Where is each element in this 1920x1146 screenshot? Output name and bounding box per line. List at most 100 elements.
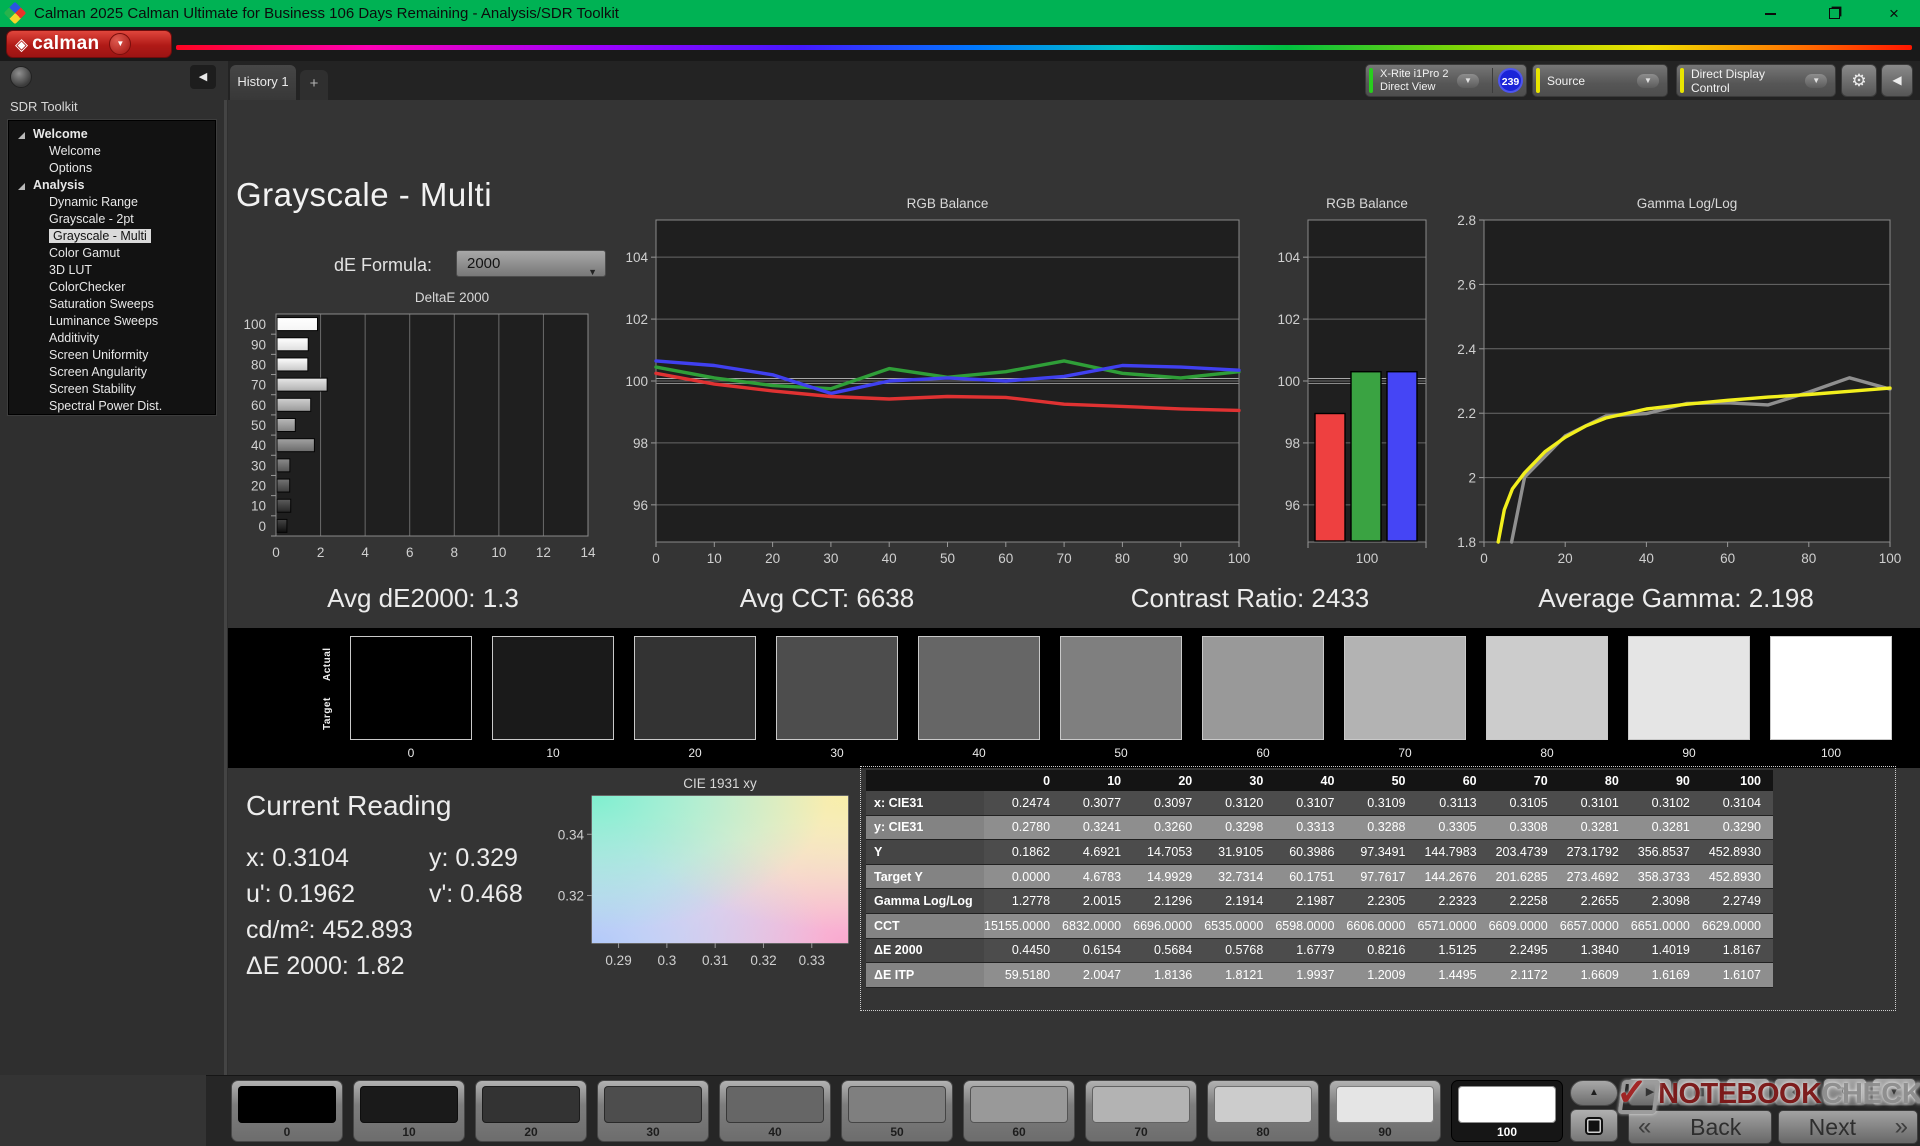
table-col-40: 40 [1275, 770, 1346, 791]
swatch-40 [918, 636, 1040, 740]
tab-history-1[interactable]: History 1 [230, 65, 296, 100]
tree-item-grayscale-2pt[interactable]: Grayscale - 2pt [9, 211, 215, 228]
swatch-label-50: 50 [1060, 746, 1182, 760]
table-cell: 2.1914 [1204, 889, 1275, 914]
patch-label: 0 [232, 1125, 342, 1139]
svg-text:10: 10 [251, 499, 266, 514]
table-cell: 201.6285 [1489, 864, 1560, 889]
minimize-button[interactable] [1748, 0, 1792, 27]
tree-item-colorchecker[interactable]: ColorChecker [9, 279, 215, 296]
meter-count-badge[interactable]: 239 [1498, 68, 1523, 93]
table-row[interactable]: CCT15155.00006832.00006696.00006535.0000… [866, 913, 1773, 938]
svg-text:2.2: 2.2 [1457, 406, 1476, 421]
tree-item-spectral-power-dist-[interactable]: Spectral Power Dist. [9, 398, 215, 415]
tree-item-saturation-sweeps[interactable]: Saturation Sweeps [9, 296, 215, 313]
table-row[interactable]: ΔE ITP59.51802.00471.81361.81211.99371.2… [866, 963, 1773, 988]
pattern-patch-30[interactable]: 30 [597, 1080, 709, 1142]
tree-item-welcome[interactable]: Welcome [9, 143, 215, 160]
pattern-patch-70[interactable]: 70 [1085, 1080, 1197, 1142]
tree-item-screen-angularity[interactable]: Screen Angularity [9, 364, 215, 381]
swatch-80 [1486, 636, 1608, 740]
pattern-up-button[interactable]: ▲ [1570, 1080, 1618, 1106]
calman-menu-button[interactable]: ◈ calman ▼ [6, 30, 172, 58]
table-row[interactable]: x: CIE310.24740.30770.30970.31200.31070.… [866, 791, 1773, 815]
meter-selector[interactable]: X-Rite i1Pro 2Direct View ▼ 239 [1365, 64, 1527, 97]
restore-button[interactable] [1812, 0, 1856, 27]
add-tab-button[interactable]: + [300, 70, 328, 100]
pattern-patch-100[interactable]: 100 [1451, 1080, 1563, 1142]
table-cell: 6657.0000 [1560, 913, 1631, 938]
tree-item-screen-stability[interactable]: Screen Stability [9, 381, 215, 398]
pattern-window-button[interactable] [1570, 1109, 1618, 1142]
table-cell: 0.3104 [1702, 791, 1773, 815]
svg-text:70: 70 [1057, 551, 1072, 566]
svg-text:2: 2 [1468, 471, 1476, 486]
table-cell: 1.5125 [1418, 938, 1489, 963]
tree-item-welcome[interactable]: Welcome [9, 126, 215, 143]
row-label: ΔE ITP [866, 963, 984, 988]
table-cell: 0.4450 [984, 938, 1062, 963]
tree-item-screen-uniformity[interactable]: Screen Uniformity [9, 347, 215, 364]
pattern-patch-90[interactable]: 90 [1329, 1080, 1441, 1142]
patch-swatch [360, 1086, 458, 1123]
sidebar-collapse-button[interactable]: ◀ [190, 65, 216, 89]
source-selector[interactable]: Source ▼ [1532, 64, 1668, 97]
meter-dropdown-icon[interactable]: ▼ [1457, 74, 1479, 88]
table-row[interactable]: Target Y0.00004.678314.992932.731460.175… [866, 864, 1773, 889]
calman-dropdown-icon[interactable]: ▼ [109, 33, 131, 55]
table-cell: 2.2305 [1346, 889, 1417, 914]
swatch-label-10: 10 [492, 746, 614, 760]
notebookcheck-logo-icon: ✓ [1614, 1076, 1656, 1112]
table-cell: 0.3097 [1133, 791, 1204, 815]
close-button[interactable]: × [1872, 0, 1916, 27]
workflow-status-icon[interactable] [10, 66, 32, 88]
tree-item-3d-lut[interactable]: 3D LUT [9, 262, 215, 279]
table-row[interactable]: ΔE 20000.44500.61540.56840.57681.67790.8… [866, 938, 1773, 963]
svg-text:DeltaE 2000: DeltaE 2000 [415, 290, 489, 305]
table-cell: 1.2009 [1346, 963, 1417, 988]
table-cell: 60.1751 [1275, 864, 1346, 889]
svg-text:20: 20 [1558, 551, 1573, 566]
svg-text:10: 10 [707, 551, 722, 566]
pattern-patch-80[interactable]: 80 [1207, 1080, 1319, 1142]
collapse-panel-button[interactable]: ◀ [1881, 64, 1913, 97]
table-cell: 2.1987 [1275, 889, 1346, 914]
source-dropdown-icon[interactable]: ▼ [1637, 74, 1659, 88]
svg-text:0.29: 0.29 [605, 953, 631, 968]
pattern-patch-10[interactable]: 10 [353, 1080, 465, 1142]
de-formula-select[interactable]: 2000 ▼ [456, 250, 606, 277]
patch-swatch [726, 1086, 824, 1123]
table-cell: 1.8121 [1204, 963, 1275, 988]
display-control-selector[interactable]: Direct Display Control ▼ [1676, 64, 1836, 97]
tree-item-color-gamut[interactable]: Color Gamut [9, 245, 215, 262]
table-cell: 2.2655 [1560, 889, 1631, 914]
pattern-patch-20[interactable]: 20 [475, 1080, 587, 1142]
pattern-patch-50[interactable]: 50 [841, 1080, 953, 1142]
pattern-patch-60[interactable]: 60 [963, 1080, 1075, 1142]
measurement-table[interactable]: 0102030405060708090100x: CIE310.24740.30… [866, 770, 1773, 988]
table-cell: 0.3290 [1702, 815, 1773, 840]
tree-item-analysis[interactable]: Analysis [9, 177, 215, 194]
table-row[interactable]: y: CIE310.27800.32410.32600.32980.33130.… [866, 815, 1773, 840]
table-col-10: 10 [1062, 770, 1133, 791]
table-row[interactable]: Gamma Log/Log1.27782.00152.12962.19142.1… [866, 889, 1773, 914]
svg-text:4: 4 [361, 545, 369, 560]
svg-text:0.32: 0.32 [558, 889, 584, 904]
gamma-chart: Gamma Log/Log1.822.22.42.62.802040608010… [1436, 194, 1914, 576]
tree-item-options[interactable]: Options [9, 160, 215, 177]
tree-item-luminance-sweeps[interactable]: Luminance Sweeps [9, 313, 215, 330]
source-label: Source [1547, 74, 1585, 88]
table-cell: 32.7314 [1204, 864, 1275, 889]
pattern-patch-0[interactable]: 0 [231, 1080, 343, 1142]
display-dropdown-icon[interactable]: ▼ [1805, 74, 1827, 88]
pattern-patch-40[interactable]: 40 [719, 1080, 831, 1142]
table-cell: 0.2780 [984, 815, 1062, 840]
rainbow-divider [176, 45, 1912, 50]
tree-item-dynamic-range[interactable]: Dynamic Range [9, 194, 215, 211]
next-chevron-icon: » [1886, 1113, 1917, 1141]
tree-item-additivity[interactable]: Additivity [9, 330, 215, 347]
table-cell: 0.3109 [1346, 791, 1417, 815]
settings-gear-button[interactable]: ⚙ [1841, 64, 1877, 97]
table-row[interactable]: Y0.18624.692114.705331.910560.398697.349… [866, 840, 1773, 865]
tree-item-grayscale-multi[interactable]: Grayscale - Multi [9, 228, 215, 245]
